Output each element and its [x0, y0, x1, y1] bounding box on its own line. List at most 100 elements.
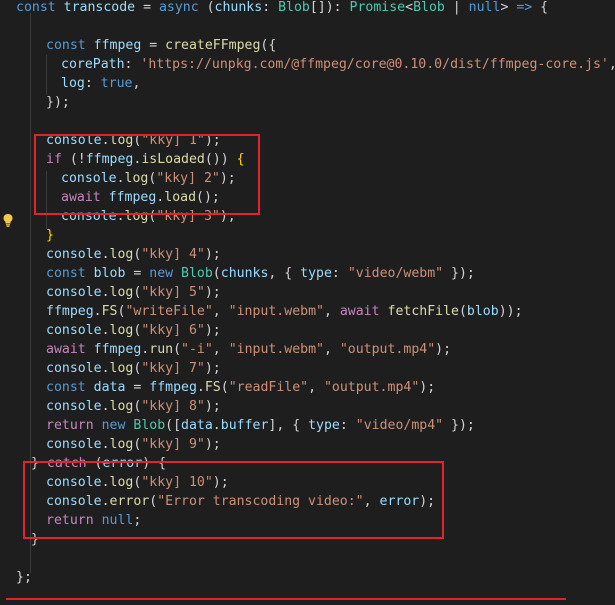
code-token: });: [443, 418, 475, 433]
code-token: async: [158, 0, 199, 15]
code-token: "input.webm": [228, 342, 324, 357]
code-token: ));: [498, 304, 523, 319]
code-token: =: [125, 380, 150, 395]
code-token: ([: [165, 418, 182, 433]
code-token: console: [46, 285, 102, 300]
code-line[interactable]: console.log("kky] 5");: [46, 283, 221, 302]
code-token: "output.mp4": [339, 342, 436, 357]
code-line[interactable]: corePath: 'https://unpkg.com/@ffmpeg/cor…: [61, 55, 615, 74]
code-line[interactable]: ffmpeg.FS ("writeFile", "input.webm", awa…: [46, 302, 523, 321]
code-token: :: [339, 418, 356, 433]
code-token: const: [46, 266, 86, 281]
code-line[interactable]: log: true,: [61, 74, 140, 93]
code-token: log: [109, 437, 134, 452]
code-token: Blob: [278, 0, 310, 15]
code-token: data: [181, 418, 213, 433]
code-token: run: [149, 342, 174, 357]
code-token: "input.webm": [228, 304, 324, 319]
code-line[interactable]: await ffmpeg.run("-i", "input.webm", "ou…: [46, 340, 451, 359]
code-token: corePath: [61, 57, 125, 72]
code-token: blob: [466, 304, 499, 319]
code-token: Blob: [181, 266, 213, 281]
code-token: =>: [516, 0, 533, 15]
code-token: log: [109, 361, 134, 376]
code-line[interactable]: const blob = new Blob(chunks, { type: "v…: [46, 264, 475, 283]
code-token: console: [46, 323, 102, 338]
code-token: "kky] 9": [141, 437, 205, 452]
code-line[interactable]: return new Blob([data.buffer], { type: "…: [46, 416, 475, 435]
code-token: log: [109, 285, 134, 300]
code-token: null: [468, 0, 501, 15]
code-line[interactable]: const ffmpeg = createFFmpeg({: [46, 36, 276, 55]
code-token: buffer: [220, 418, 269, 433]
code-token: createFFmpeg: [165, 38, 261, 53]
code-token: |: [444, 0, 469, 15]
code-line[interactable]: console.log("kky] 8");: [46, 397, 221, 416]
code-line[interactable]: const data = ffmpeg.FS("readFile", "outp…: [46, 378, 435, 397]
code-token: "writeFile": [125, 304, 213, 319]
code-token: "kky] 4": [141, 247, 205, 262]
code-line[interactable]: });: [46, 93, 70, 112]
code-token: transcode: [63, 0, 136, 15]
lightbulb-icon[interactable]: [2, 213, 14, 227]
code-token: .: [196, 380, 205, 395]
code-token: });: [46, 95, 70, 110]
code-line[interactable]: const transcode = async (chunks: Blob[])…: [16, 0, 548, 17]
code-token: ,: [212, 304, 229, 319]
code-token: blob: [93, 266, 126, 281]
highlight-box-catch: [23, 461, 444, 539]
code-token: );: [204, 323, 221, 338]
code-token: .: [101, 247, 110, 262]
code-token: ({: [260, 38, 277, 53]
code-token: await: [339, 304, 380, 319]
code-line[interactable]: console.log("kky] 7");: [46, 359, 221, 378]
code-line[interactable]: console.log("kky] 6");: [46, 321, 221, 340]
code-token: ,: [212, 342, 229, 357]
code-token: log: [61, 76, 85, 91]
code-token: const: [46, 380, 86, 395]
code-token: "kky] 8": [141, 399, 205, 414]
code-token: "-i": [181, 342, 213, 357]
code-token: {: [532, 0, 549, 15]
code-token: (: [220, 380, 229, 395]
code-token: );: [435, 342, 452, 357]
code-token: "kky] 6": [141, 323, 205, 338]
code-token: await: [46, 342, 86, 357]
code-line[interactable]: }: [46, 226, 54, 245]
code-token: fetchFile: [387, 304, 459, 319]
code-token: console: [46, 247, 102, 262]
code-token: new: [101, 418, 126, 433]
code-line[interactable]: console.log("kky] 4");: [46, 245, 221, 264]
code-token: :: [331, 266, 348, 281]
code-token: Blob: [133, 418, 166, 433]
code-token: (: [198, 0, 215, 15]
code-token: type: [308, 418, 340, 433]
code-token: ,: [132, 76, 141, 91]
code-token: type: [300, 266, 332, 281]
code-token: ,: [308, 380, 324, 395]
code-token: ffmpeg: [93, 38, 142, 53]
code-token: ffmpeg: [93, 342, 142, 357]
code-token: log: [109, 399, 134, 414]
code-token: .: [212, 418, 221, 433]
code-token: });: [443, 266, 475, 281]
code-token: const: [16, 0, 56, 15]
code-token: console: [46, 361, 102, 376]
code-token: "output.mp4": [323, 380, 420, 395]
code-token: (: [458, 304, 467, 319]
code-token: .: [101, 285, 110, 300]
code-token: );: [204, 285, 221, 300]
code-token: []):: [309, 0, 350, 15]
code-token: log: [109, 247, 134, 262]
code-token: log: [109, 323, 134, 338]
code-line[interactable]: console.log("kky] 9");: [46, 435, 221, 454]
code-token: 'https://unpkg.com/@ffmpeg/core@0.10.0/d…: [140, 57, 609, 72]
code-token: "readFile": [228, 380, 309, 395]
code-token: :: [124, 57, 141, 72]
code-token: ,: [609, 57, 615, 72]
code-token: =: [135, 0, 159, 15]
